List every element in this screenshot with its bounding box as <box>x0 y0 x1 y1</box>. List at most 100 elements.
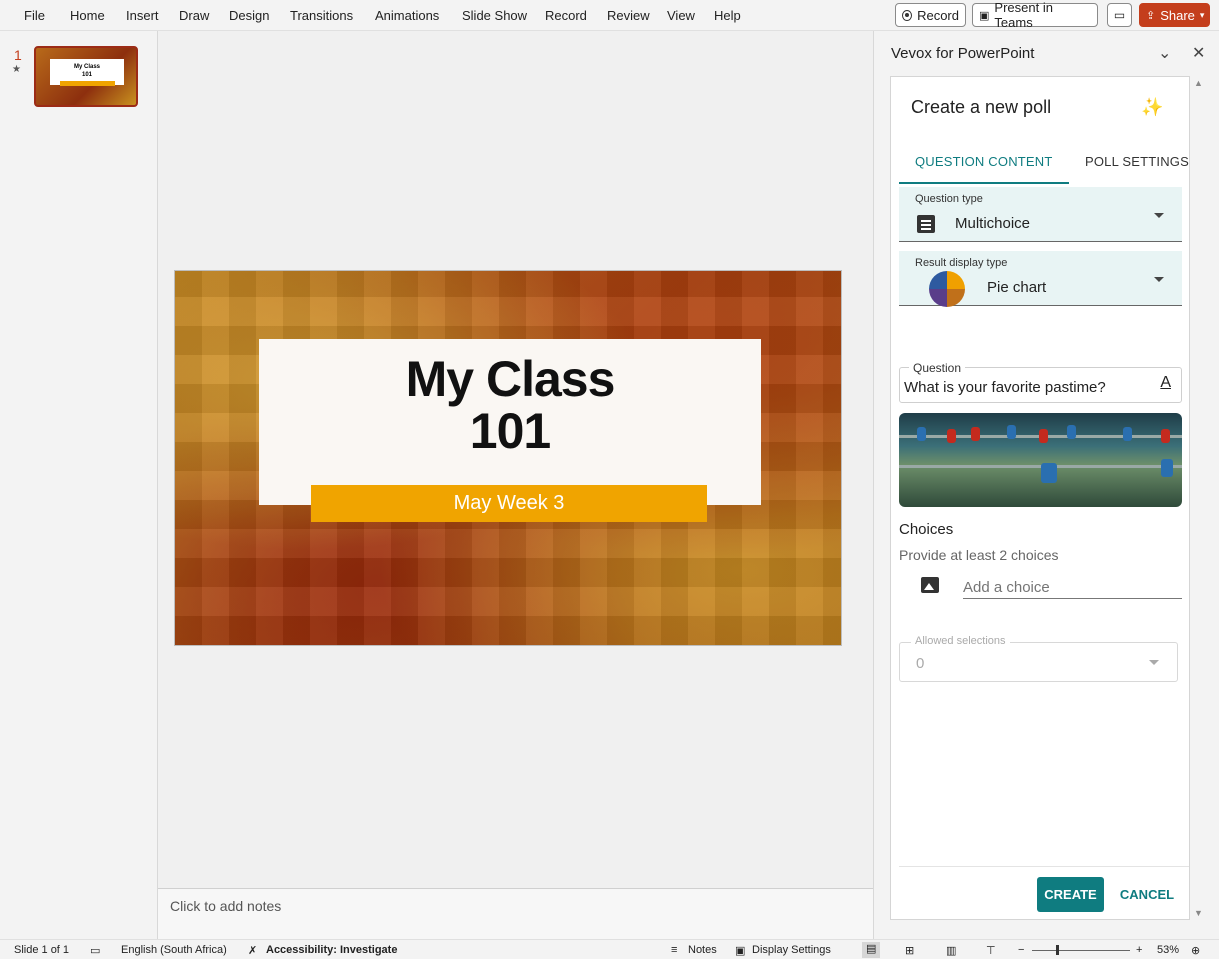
poll-title: Create a new poll <box>911 97 1052 117</box>
scroll-down-icon[interactable]: ▼ <box>1194 908 1203 918</box>
accessibility-icon: ✗ <box>248 945 258 957</box>
spelling-icon[interactable]: ▭ <box>90 944 100 957</box>
record-button[interactable]: Record <box>895 3 966 27</box>
image-icon[interactable] <box>921 577 939 593</box>
question-type-select[interactable]: Question type Multichoice <box>899 187 1182 242</box>
question-text: What is your favorite pastime? <box>904 379 1106 396</box>
choices-hint: Provide at least 2 choices <box>899 547 1059 563</box>
foosball-player <box>1039 429 1048 443</box>
dropdown-caret-icon <box>1154 213 1164 218</box>
slide-subtitle[interactable]: May Week 3 <box>311 485 707 522</box>
share-button-label: Share <box>1160 7 1195 23</box>
menu-animations[interactable]: Animations <box>375 8 439 23</box>
teams-icon: ▣ <box>979 9 990 22</box>
slide-thumbnail-pane: 1 ★ My Class 101 <box>0 31 158 939</box>
present-in-teams-button[interactable]: ▣ Present in Teams <box>972 0 1098 30</box>
close-icon[interactable]: ✕ <box>1192 43 1205 63</box>
notes-toggle[interactable]: Notes <box>688 944 717 956</box>
share-button[interactable]: ⇪ Share ▾ <box>1139 3 1210 27</box>
result-display-label: Result display type <box>915 257 1008 269</box>
display-settings-button[interactable]: Display Settings <box>752 944 831 956</box>
foosball-player <box>1067 425 1076 439</box>
slide-editor: My Class 101 May Week 3 <box>158 31 873 888</box>
allowed-selections-value: 0 <box>916 655 925 672</box>
slide-thumbnail[interactable]: My Class 101 <box>34 46 138 107</box>
comment-icon: ▭ <box>1113 8 1126 22</box>
slide-canvas[interactable]: My Class 101 May Week 3 <box>174 270 842 646</box>
menu-view[interactable]: View <box>667 8 695 23</box>
record-icon <box>902 9 913 21</box>
menu-draw[interactable]: Draw <box>179 8 209 23</box>
question-image[interactable] <box>899 413 1182 507</box>
share-icon: ⇪ <box>1146 9 1156 22</box>
display-settings-icon: ▣ <box>735 945 746 957</box>
pie-chart-icon <box>929 271 965 307</box>
result-display-value: Pie chart <box>987 279 1047 296</box>
title-placeholder[interactable]: My Class 101 <box>259 339 761 505</box>
menu-home[interactable]: Home <box>70 8 105 23</box>
cancel-button[interactable]: CANCEL <box>1113 877 1181 912</box>
zoom-in-icon[interactable]: + <box>1136 944 1142 956</box>
zoom-level[interactable]: 53% <box>1157 944 1179 956</box>
zoom-slider-thumb[interactable] <box>1055 945 1059 955</box>
menu-file[interactable]: File <box>24 8 45 23</box>
menu-record[interactable]: Record <box>545 8 587 23</box>
foosball-player <box>1041 463 1057 483</box>
task-pane-scrollbar[interactable]: ▲ ▼ <box>1192 76 1204 920</box>
slide-number: 1 <box>14 47 22 63</box>
menu-help[interactable]: Help <box>714 8 741 23</box>
choices-heading: Choices <box>899 521 954 538</box>
slide-sorter-icon[interactable]: ⊞ <box>905 944 914 957</box>
menu-transitions[interactable]: Transitions <box>290 8 353 23</box>
slideshow-view-icon[interactable]: ⊤ <box>986 944 996 957</box>
present-in-teams-label: Present in Teams <box>994 0 1053 30</box>
vevox-task-pane: Vevox for PowerPoint ⌄ ✕ Create a new po… <box>873 31 1219 939</box>
fit-to-window-icon[interactable]: ⊕ <box>1191 944 1200 957</box>
notes-pane[interactable]: Click to add notes <box>158 888 873 939</box>
record-button-label: Record <box>917 7 959 23</box>
task-pane-title: Vevox for PowerPoint <box>891 45 1035 62</box>
animation-star-icon: ★ <box>12 64 21 75</box>
menu-slide-show[interactable]: Slide Show <box>462 8 527 23</box>
foosball-player <box>1007 425 1016 439</box>
question-label: Question <box>909 361 966 375</box>
dropdown-caret-icon <box>1154 277 1164 282</box>
add-choice-input[interactable] <box>963 577 1182 599</box>
menu-insert[interactable]: Insert <box>126 8 159 23</box>
vevox-addin-frame: Create a new poll ✨ QUESTION CONTENT POL… <box>890 76 1190 920</box>
foosball-player <box>917 427 926 441</box>
tab-question-content[interactable]: QUESTION CONTENT <box>915 154 1053 169</box>
create-button[interactable]: CREATE <box>1037 877 1104 912</box>
result-display-select[interactable]: Result display type Pie chart <box>899 251 1182 307</box>
scroll-up-icon[interactable]: ▲ <box>1194 78 1203 88</box>
foosball-player <box>1123 427 1132 441</box>
zoom-out-icon[interactable]: − <box>1018 944 1024 956</box>
magic-wand-icon[interactable]: ✨ <box>1141 97 1163 118</box>
chevron-down-icon[interactable]: ⌄ <box>1158 43 1171 63</box>
comments-button[interactable]: ▭ <box>1107 3 1132 27</box>
question-type-value: Multichoice <box>955 215 1031 232</box>
document-icon <box>917 215 935 233</box>
notes-icon: ≡ <box>671 944 678 956</box>
text-format-icon[interactable]: A <box>1160 374 1171 392</box>
footer-divider <box>899 866 1189 867</box>
menu-review[interactable]: Review <box>607 8 650 23</box>
active-tab-indicator <box>899 182 1069 184</box>
slide-counter: Slide 1 of 1 <box>14 944 70 956</box>
zoom-slider[interactable] <box>1032 950 1130 951</box>
foosball-player <box>1161 459 1173 477</box>
ribbon-menubar: File Home Insert Draw Design Transitions… <box>0 0 1219 31</box>
dropdown-caret-icon <box>1149 660 1159 665</box>
normal-view-icon[interactable]: ▤ <box>862 942 881 958</box>
notes-placeholder: Click to add notes <box>170 898 282 914</box>
accessibility-status[interactable]: Accessibility: Investigate <box>266 944 397 956</box>
thumbnail-subtitle-bar <box>60 81 115 86</box>
status-bar: Slide 1 of 1 ▭ English (South Africa) ✗ … <box>0 939 1219 959</box>
language-indicator[interactable]: English (South Africa) <box>121 944 227 956</box>
allowed-selections-select: 0 <box>899 642 1178 682</box>
reading-view-icon[interactable]: ▥ <box>946 944 956 957</box>
tab-poll-settings[interactable]: POLL SETTINGS <box>1085 154 1189 169</box>
slide-title: My Class 101 <box>405 351 616 459</box>
chevron-down-icon: ▾ <box>1199 9 1205 20</box>
menu-design[interactable]: Design <box>229 8 269 23</box>
